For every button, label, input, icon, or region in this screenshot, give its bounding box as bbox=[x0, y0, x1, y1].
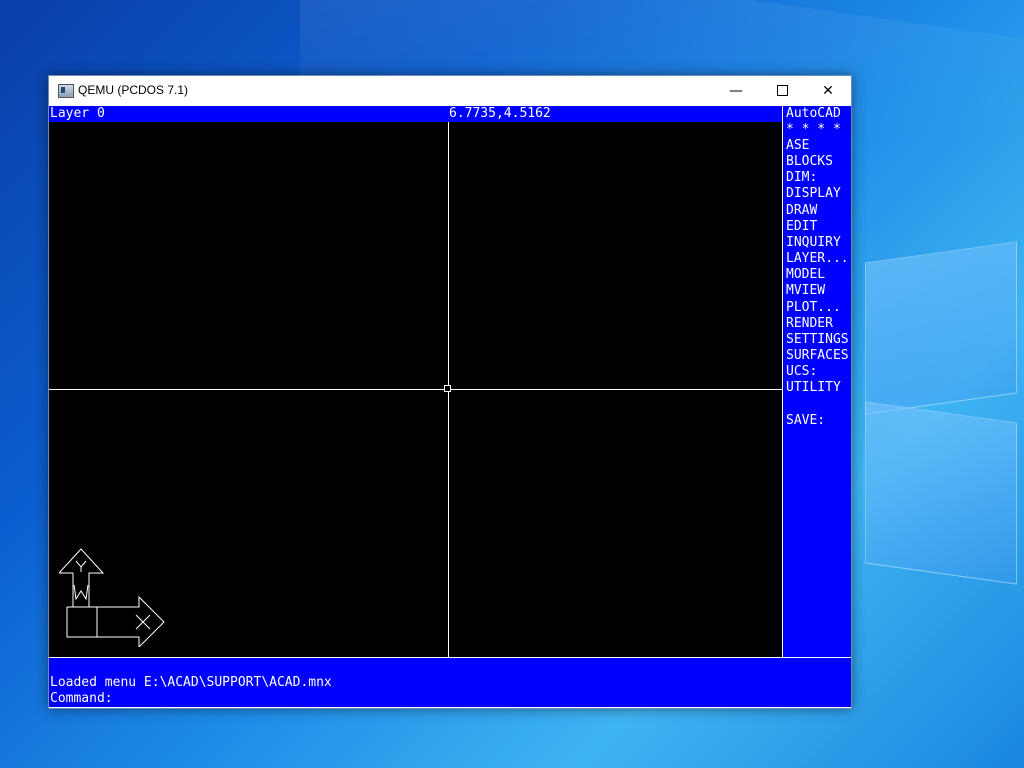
ucs-y-arrow bbox=[59, 548, 105, 608]
ucs-y-letter bbox=[75, 560, 87, 568]
current-layer: Layer 0 bbox=[50, 106, 105, 121]
menu-item-render[interactable]: RENDER bbox=[786, 316, 833, 332]
qemu-window: QEMU (PCDOS 7.1) — ✕ Layer 0 6.7735,4.51… bbox=[48, 75, 852, 709]
command-prompt[interactable]: Command: bbox=[50, 691, 113, 707]
menu-item-ase[interactable]: ASE bbox=[786, 138, 809, 154]
minimize-button[interactable]: — bbox=[713, 76, 759, 106]
window-titlebar[interactable]: QEMU (PCDOS 7.1) — ✕ bbox=[49, 76, 851, 106]
ucs-w-letter bbox=[73, 584, 89, 601]
close-button[interactable]: ✕ bbox=[805, 76, 851, 106]
ucs-x-arrow bbox=[97, 595, 165, 647]
ucs-icon bbox=[59, 548, 165, 647]
menu-item-stars[interactable]: * * * * bbox=[786, 122, 841, 138]
menu-item-inquiry[interactable]: INQUIRY bbox=[786, 235, 841, 251]
menu-item-edit[interactable]: EDIT bbox=[786, 219, 817, 235]
windows-logo-pane bbox=[865, 401, 1017, 585]
command-history-line: Loaded menu E:\ACAD\SUPPORT\ACAD.mnx bbox=[50, 675, 332, 690]
menu-item-model[interactable]: MODEL bbox=[786, 267, 825, 283]
menu-item-mview[interactable]: MVIEW bbox=[786, 283, 825, 299]
menu-item-surfaces[interactable]: SURFACES bbox=[786, 348, 849, 364]
menu-item-plot[interactable]: PLOT... bbox=[786, 300, 841, 316]
maximize-icon bbox=[776, 84, 788, 96]
command-area[interactable]: Loaded menu E:\ACAD\SUPPORT\ACAD.mnx Com… bbox=[49, 657, 851, 707]
minimize-icon: — bbox=[729, 83, 743, 99]
qemu-app-icon[interactable] bbox=[58, 84, 74, 98]
screen-menu: AutoCAD * * * * ASE BLOCKS DIM: DISPLAY … bbox=[782, 106, 851, 657]
menu-item-utility[interactable]: UTILITY bbox=[786, 380, 841, 396]
drawing-area[interactable] bbox=[49, 122, 782, 657]
close-icon: ✕ bbox=[822, 83, 834, 99]
menu-item-settings[interactable]: SETTINGS bbox=[786, 332, 849, 348]
menu-item-display[interactable]: DISPLAY bbox=[786, 186, 841, 202]
coordinate-readout: 6.7735,4.5162 bbox=[449, 106, 551, 121]
menu-item-dim[interactable]: DIM: bbox=[786, 170, 817, 186]
maximize-button[interactable] bbox=[759, 76, 805, 106]
emulator-screen[interactable]: Layer 0 6.7735,4.5162 AutoCAD * * * * AS… bbox=[49, 106, 851, 707]
crosshair-horizontal bbox=[49, 389, 782, 390]
windows-logo-pane bbox=[865, 241, 1017, 415]
cursor-pickbox bbox=[444, 385, 451, 392]
menu-item-autocad[interactable]: AutoCAD bbox=[786, 106, 841, 122]
window-title: QEMU (PCDOS 7.1) bbox=[78, 83, 189, 97]
menu-item-save[interactable]: SAVE: bbox=[786, 413, 825, 429]
menu-item-draw[interactable]: DRAW bbox=[786, 203, 817, 219]
autocad-status-bar: Layer 0 6.7735,4.5162 bbox=[49, 106, 782, 122]
menu-item-layer[interactable]: LAYER... bbox=[786, 251, 849, 267]
windows-logo-background bbox=[855, 240, 1024, 600]
menu-item-ucs[interactable]: UCS: bbox=[786, 364, 817, 380]
ucs-origin-box bbox=[66, 606, 98, 638]
menu-item-blocks[interactable]: BLOCKS bbox=[786, 154, 833, 170]
